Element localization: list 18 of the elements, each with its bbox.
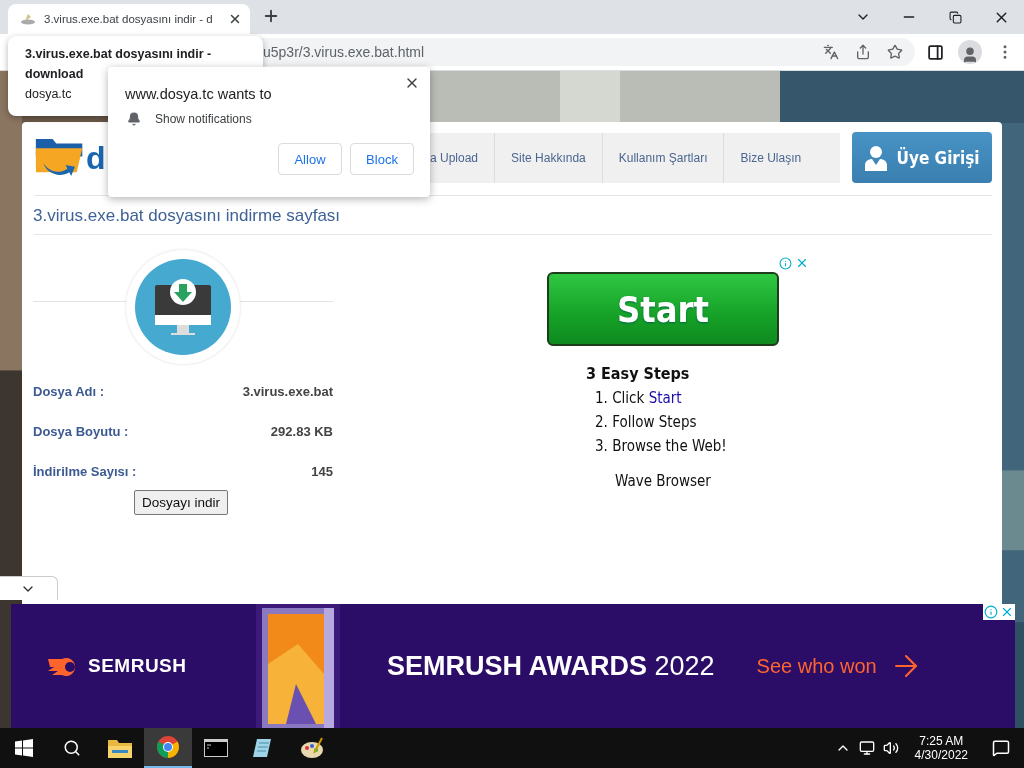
volume-icon[interactable] bbox=[882, 740, 899, 756]
favicon-icon bbox=[20, 13, 36, 25]
side-panel-icon[interactable] bbox=[927, 43, 944, 61]
browser-tab[interactable]: 3.virus.exe.bat dosyasını indir - d bbox=[8, 4, 250, 34]
chrome-icon[interactable] bbox=[144, 728, 192, 768]
close-icon[interactable] bbox=[228, 12, 242, 26]
date-text: 4/30/2022 bbox=[914, 748, 968, 762]
clock[interactable]: 7:25 AM 4/30/2022 bbox=[906, 734, 976, 762]
tab-title: 3.virus.exe.bat dosyasını indir - d bbox=[44, 13, 214, 25]
time-text: 7:25 AM bbox=[919, 734, 964, 748]
network-icon[interactable] bbox=[858, 740, 875, 756]
star-icon[interactable] bbox=[887, 44, 903, 60]
profile-icon[interactable] bbox=[958, 40, 982, 64]
translate-icon[interactable] bbox=[823, 44, 839, 60]
notification-icon[interactable] bbox=[992, 739, 1010, 757]
new-tab-icon[interactable] bbox=[262, 7, 280, 25]
url-text: u5p3r/3.virus.exe.bat.html bbox=[263, 44, 426, 60]
share-icon[interactable] bbox=[855, 44, 871, 60]
